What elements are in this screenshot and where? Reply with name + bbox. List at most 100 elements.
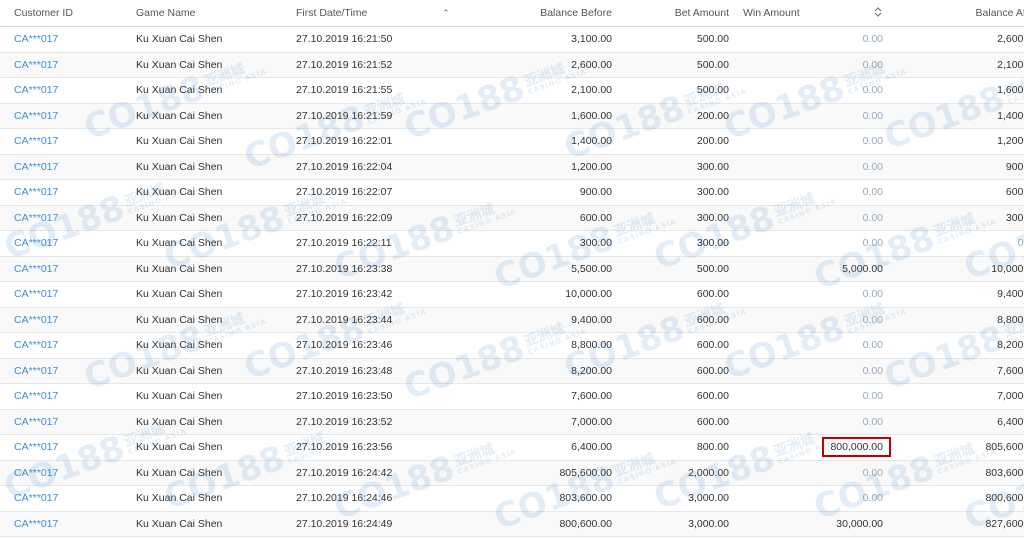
cell-customer-id[interactable]: CA***017 [0,103,136,129]
cell-first-date: 27.10.2019 16:23:48 [296,358,461,384]
cell-game-name: Ku Xuan Cai Shen [136,230,296,257]
sort-toggle-icon[interactable] [873,6,883,20]
cell-customer-id[interactable]: CA***017 [0,128,136,155]
cell-game-name: Ku Xuan Cai Shen [136,179,296,206]
customer-id-link[interactable]: CA***017 [14,365,58,377]
win-amount-value: 30,000.00 [836,517,883,530]
table-row: CA***017 Ku Xuan Cai Shen 27.10.2019 16:22… [0,230,1024,257]
cell-balance-before: 900.00 [461,179,612,206]
cell-customer-id[interactable]: CA***017 [0,409,136,435]
cell-customer-id[interactable]: CA***017 [0,256,136,282]
cell-game-name: Ku Xuan Cai Shen [136,460,296,486]
table-row: CA***017 Ku Xuan Cai Shen 27.10.2019 16:23… [0,256,1024,282]
column-header-balance-after[interactable]: Balance After [894,0,1024,27]
win-amount-value: 0.00 [862,135,883,148]
table-row: CA***017 Ku Xuan Cai Shen 27.10.2019 16:23… [0,332,1024,359]
cell-game-name: Ku Xuan Cai Shen [136,103,296,129]
cell-win-amount: 5,000.00 [729,256,894,282]
customer-id-link[interactable]: CA***017 [14,314,58,326]
cell-balance-before: 2,600.00 [461,52,612,78]
sort-ascending-icon[interactable]: ⌃ [441,8,451,19]
cell-win-amount: 0.00 [729,383,894,410]
customer-id-link[interactable]: CA***017 [14,416,58,428]
cell-customer-id[interactable]: CA***017 [0,511,136,537]
cell-first-date: 27.10.2019 16:22:09 [296,205,461,231]
cell-customer-id[interactable]: CA***017 [0,485,136,512]
customer-id-link[interactable]: CA***017 [14,288,58,300]
table-row: CA***017 Ku Xuan Cai Shen 27.10.2019 16:23… [0,409,1024,435]
cell-customer-id[interactable]: CA***017 [0,307,136,333]
cell-customer-id[interactable]: CA***017 [0,460,136,486]
customer-id-link[interactable]: CA***017 [14,212,58,224]
column-header-first-date[interactable]: First Date/Time ⌃ [296,0,461,27]
customer-id-link[interactable]: CA***017 [14,161,58,173]
cell-balance-before: 8,800.00 [461,332,612,359]
column-header-customer-id[interactable]: Customer ID [0,0,136,27]
cell-first-date: 27.10.2019 16:22:01 [296,128,461,155]
table-row: CA***017 Ku Xuan Cai Shen 27.10.2019 16:24… [0,485,1024,512]
cell-customer-id[interactable]: CA***017 [0,77,136,104]
cell-first-date: 27.10.2019 16:22:04 [296,154,461,180]
cell-balance-before: 10,000.00 [461,281,612,308]
cell-customer-id[interactable]: CA***017 [0,179,136,206]
win-amount-value: 0.00 [862,58,883,71]
cell-win-amount: 0.00 [729,103,894,129]
cell-win-amount: 0.00 [729,26,894,53]
column-header-game-name[interactable]: Game Name [136,0,296,27]
cell-game-name: Ku Xuan Cai Shen [136,52,296,78]
customer-id-link[interactable]: CA***017 [14,518,58,530]
cell-customer-id[interactable]: CA***017 [0,230,136,257]
cell-customer-id[interactable]: CA***017 [0,332,136,359]
customer-id-link[interactable]: CA***017 [14,59,58,71]
cell-bet-amount: 600.00 [612,307,729,333]
cell-customer-id[interactable]: CA***017 [0,205,136,231]
cell-first-date: 27.10.2019 16:23:56 [296,434,461,461]
customer-id-link[interactable]: CA***017 [14,84,58,96]
cell-bet-amount: 300.00 [612,179,729,206]
cell-bet-amount: 3,000.00 [612,511,729,537]
customer-id-link[interactable]: CA***017 [14,33,58,45]
column-header-label: Balance Before [540,7,612,19]
customer-id-link[interactable]: CA***017 [14,237,58,249]
customer-id-link[interactable]: CA***017 [14,110,58,122]
cell-customer-id[interactable]: CA***017 [0,281,136,308]
cell-balance-after: 8,200.00 [894,332,1024,359]
win-amount-value: 0.00 [862,33,883,46]
cell-game-name: Ku Xuan Cai Shen [136,358,296,384]
cell-customer-id[interactable]: CA***017 [0,358,136,384]
cell-bet-amount: 200.00 [612,103,729,129]
column-header-balance-before[interactable]: Balance Before [461,0,612,27]
cell-bet-amount: 500.00 [612,256,729,282]
cell-balance-after: 1,600.00 [894,77,1024,104]
win-amount-value: 0.00 [862,288,883,301]
cell-win-amount: 0.00 [729,179,894,206]
cell-win-amount: 0.00 [729,205,894,231]
cell-balance-after: 827,600.00 [894,511,1024,537]
cell-balance-after: 1,400.00 [894,103,1024,129]
cell-balance-after: 2,100.00 [894,52,1024,78]
cell-first-date: 27.10.2019 16:22:11 [296,230,461,257]
customer-id-link[interactable]: CA***017 [14,339,58,351]
win-amount-value: 0.00 [862,186,883,199]
cell-balance-before: 1,400.00 [461,128,612,155]
customer-id-link[interactable]: CA***017 [14,390,58,402]
cell-customer-id[interactable]: CA***017 [0,383,136,410]
cell-first-date: 27.10.2019 16:24:46 [296,485,461,512]
cell-first-date: 27.10.2019 16:21:59 [296,103,461,129]
cell-game-name: Ku Xuan Cai Shen [136,154,296,180]
customer-id-link[interactable]: CA***017 [14,492,58,504]
customer-id-link[interactable]: CA***017 [14,263,58,275]
column-header-bet-amount[interactable]: Bet Amount [612,0,729,27]
cell-customer-id[interactable]: CA***017 [0,52,136,78]
cell-win-amount: 0.00 [729,460,894,486]
customer-id-link[interactable]: CA***017 [14,467,58,479]
cell-customer-id[interactable]: CA***017 [0,154,136,180]
cell-customer-id[interactable]: CA***017 [0,26,136,53]
customer-id-link[interactable]: CA***017 [14,135,58,147]
column-header-win-amount[interactable]: Win Amount [729,0,894,27]
cell-first-date: 27.10.2019 16:23:42 [296,281,461,308]
cell-customer-id[interactable]: CA***017 [0,434,136,461]
win-amount-value: 0.00 [862,492,883,505]
customer-id-link[interactable]: CA***017 [14,441,58,453]
customer-id-link[interactable]: CA***017 [14,186,58,198]
